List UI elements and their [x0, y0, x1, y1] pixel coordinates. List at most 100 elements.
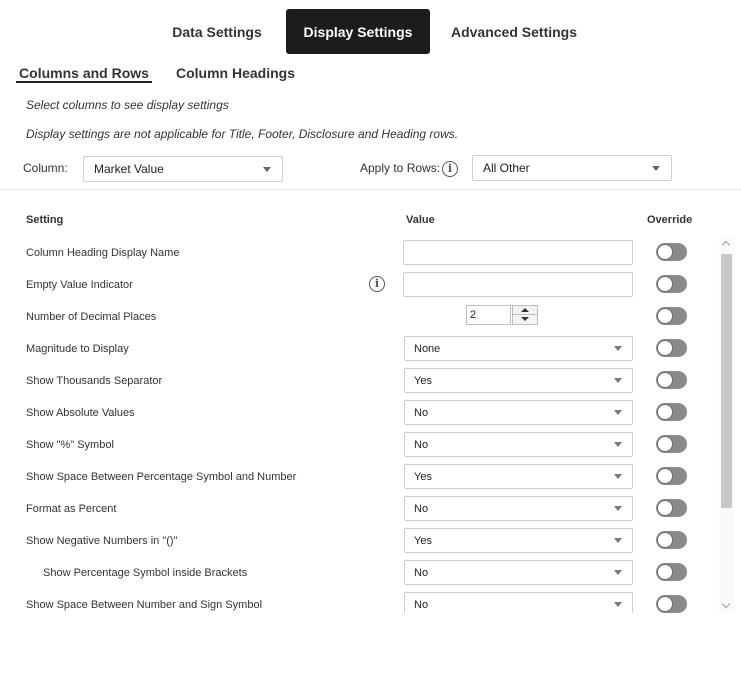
header-value: Value: [406, 214, 435, 226]
column-select[interactable]: Market Value: [83, 156, 283, 182]
select-value: No: [414, 599, 429, 611]
decimal-places-stepper: 2: [466, 305, 538, 325]
tab-display-settings[interactable]: Display Settings: [286, 9, 430, 54]
setting-name: Magnitude to Display: [26, 343, 129, 355]
override-toggle[interactable]: [656, 371, 687, 389]
percent-inside-brackets-select[interactable]: No: [404, 560, 633, 585]
table-row: Show Space Between Percentage Symbol and…: [0, 461, 715, 493]
decimal-places-input[interactable]: 2: [466, 305, 511, 325]
toggle-knob: [657, 564, 673, 580]
table-row: Show Space Between Number and Sign Symbo…: [0, 589, 715, 613]
scroll-up-icon[interactable]: [719, 237, 734, 251]
stepper-down-icon[interactable]: [513, 315, 537, 324]
toggle-knob: [657, 436, 673, 452]
toggle-knob: [657, 404, 673, 420]
top-tab-bar: Data Settings Display Settings Advanced …: [0, 9, 741, 54]
select-value: No: [414, 407, 429, 419]
setting-name: Show Percentage Symbol inside Brackets: [43, 567, 248, 579]
table-row: Show "%" Symbol No: [0, 429, 715, 461]
setting-name: Show Negative Numbers in "()": [26, 535, 178, 547]
negative-brackets-select[interactable]: Yes: [404, 528, 633, 553]
toggle-knob: [657, 500, 673, 516]
toggle-knob: [657, 244, 673, 260]
table-row: Number of Decimal Places 2: [0, 301, 715, 333]
override-toggle[interactable]: [656, 403, 687, 421]
toggle-knob: [657, 468, 673, 484]
toggle-knob: [657, 532, 673, 548]
active-subtab-underline: [16, 81, 152, 83]
magnitude-select[interactable]: None: [404, 336, 633, 361]
override-toggle[interactable]: [656, 531, 687, 549]
thousands-separator-select[interactable]: Yes: [404, 368, 633, 393]
percent-space-select[interactable]: Yes: [404, 464, 633, 489]
info-icon[interactable]: i: [442, 161, 458, 177]
setting-name: Column Heading Display Name: [26, 247, 180, 259]
setting-name: Show Space Between Number and Sign Symbo…: [26, 599, 263, 611]
chevron-down-icon: [614, 570, 622, 575]
not-applicable-note: Display settings are not applicable for …: [26, 127, 459, 141]
divider: [0, 189, 741, 190]
scroll-thumb[interactable]: [721, 254, 732, 508]
subtab-column-headings[interactable]: Column Headings: [176, 65, 295, 83]
select-value: Yes: [414, 375, 432, 387]
chevron-down-icon: [614, 442, 622, 447]
select-columns-hint: Select columns to see display settings: [26, 98, 229, 112]
toggle-knob: [657, 276, 673, 292]
toggle-knob: [657, 596, 673, 612]
setting-name: Empty Value Indicator: [26, 279, 133, 291]
apply-to-rows-label: Apply to Rows:: [360, 161, 441, 175]
override-toggle[interactable]: [656, 307, 687, 325]
column-label: Column:: [23, 161, 68, 175]
table-row: Format as Percent No: [0, 493, 715, 525]
column-heading-display-name-input[interactable]: [403, 240, 633, 265]
table-row: Show Negative Numbers in "()" Yes: [0, 525, 715, 557]
override-toggle[interactable]: [656, 435, 687, 453]
table-row: Empty Value Indicator i: [0, 269, 715, 301]
setting-name: Format as Percent: [26, 503, 117, 515]
chevron-down-icon: [614, 410, 622, 415]
info-icon[interactable]: i: [369, 276, 385, 292]
select-value: None: [414, 343, 441, 355]
table-row: Column Heading Display Name: [0, 237, 715, 269]
percent-symbol-select[interactable]: No: [404, 432, 633, 457]
override-toggle[interactable]: [656, 339, 687, 357]
select-value: No: [414, 439, 429, 451]
empty-value-indicator-input[interactable]: [403, 272, 633, 297]
setting-name: Number of Decimal Places: [26, 311, 157, 323]
table-scrollbar[interactable]: [719, 237, 734, 613]
tab-data-settings[interactable]: Data Settings: [163, 9, 271, 54]
select-value: No: [414, 567, 429, 579]
column-select-value: Market Value: [94, 162, 164, 176]
chevron-down-icon: [614, 538, 622, 543]
scroll-down-icon[interactable]: [719, 599, 734, 613]
table-row: Show Thousands Separator Yes: [0, 365, 715, 397]
table-row: Magnitude to Display None: [0, 333, 715, 365]
table-row: Show Absolute Values No: [0, 397, 715, 429]
override-toggle[interactable]: [656, 595, 687, 613]
chevron-down-icon: [614, 602, 622, 607]
header-override: Override: [647, 214, 693, 226]
override-toggle[interactable]: [656, 499, 687, 517]
chevron-down-icon: [614, 378, 622, 383]
table-row: Show Percentage Symbol inside Brackets N…: [0, 557, 715, 589]
chevron-down-icon: [652, 166, 660, 171]
absolute-values-select[interactable]: No: [404, 400, 633, 425]
chevron-down-icon: [614, 346, 622, 351]
stepper-up-icon[interactable]: [513, 306, 537, 315]
override-toggle[interactable]: [656, 467, 687, 485]
override-toggle[interactable]: [656, 243, 687, 261]
setting-name: Show Space Between Percentage Symbol and…: [26, 471, 297, 483]
chevron-down-icon: [614, 474, 622, 479]
tab-advanced-settings[interactable]: Advanced Settings: [444, 9, 584, 54]
stepper-buttons: [512, 305, 538, 325]
setting-name: Show "%" Symbol: [26, 439, 114, 451]
format-as-percent-select[interactable]: No: [404, 496, 633, 521]
select-value: Yes: [414, 535, 432, 547]
chevron-down-icon: [263, 167, 271, 172]
override-toggle[interactable]: [656, 275, 687, 293]
number-sign-space-select[interactable]: No: [404, 592, 633, 613]
chevron-down-icon: [614, 506, 622, 511]
override-toggle[interactable]: [656, 563, 687, 581]
toggle-knob: [657, 308, 673, 324]
apply-to-rows-select[interactable]: All Other: [472, 155, 672, 181]
